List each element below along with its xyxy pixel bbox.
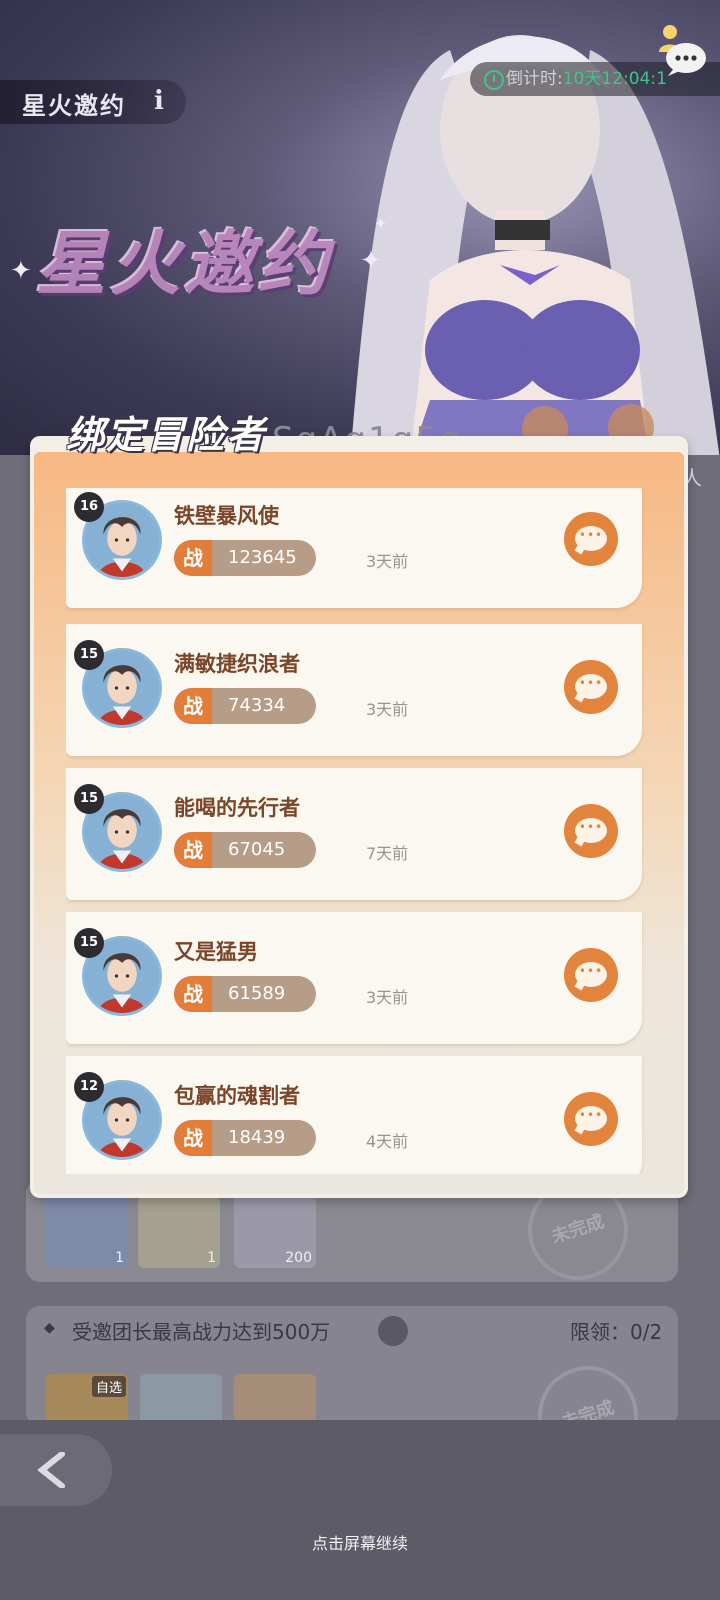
power-value: 61589 — [228, 983, 286, 1004]
event-title: 星火邀约 — [22, 92, 126, 120]
clock-icon — [484, 70, 504, 90]
adventurer-row[interactable]: 16 铁壁暴风使 战 123645 3天前 — [66, 488, 642, 608]
tap-to-continue[interactable]: 点击屏幕继续 — [0, 1530, 720, 1554]
last-online: 3天前 — [366, 700, 409, 719]
message-icon — [575, 962, 607, 987]
reward-item: 200 — [234, 1196, 316, 1268]
message-icon — [575, 1106, 607, 1131]
event-logo: 星火邀约 — [36, 223, 332, 305]
power-value: 123645 — [228, 547, 297, 568]
info-icon[interactable]: i — [154, 86, 168, 116]
combat-power: 战 18439 — [174, 1120, 316, 1156]
combat-power: 战 123645 — [174, 540, 316, 576]
bound-adventurers-dialog: 16 铁壁暴风使 战 123645 3天前 15 — [30, 436, 688, 1198]
adventurer-row[interactable]: 15 能喝的先行者 战 67045 7天前 — [66, 768, 642, 900]
combat-power: 战 61589 — [174, 976, 316, 1012]
level-badge: 15 — [74, 784, 104, 814]
combat-power: 战 74334 — [174, 688, 316, 724]
bottom-bar — [0, 1420, 720, 1600]
level-badge: 12 — [74, 1072, 104, 1102]
last-online: 7天前 — [366, 844, 409, 863]
message-icon — [575, 526, 607, 551]
adventurer-name: 包赢的魂割者 — [174, 1084, 300, 1108]
last-online: 3天前 — [366, 988, 409, 1007]
chat-bubble-icon[interactable] — [656, 22, 708, 78]
message-button[interactable] — [564, 948, 618, 1002]
power-badge: 战 — [174, 688, 212, 724]
adventurer-row[interactable]: 12 包赢的魂割者 战 18439 4天前 — [66, 1056, 642, 1174]
sparkle-icon: ✦ — [374, 214, 388, 233]
adventurer-row[interactable]: 15 满敏捷织浪者 战 74334 3天前 — [66, 624, 642, 756]
adventurer-name: 满敏捷织浪者 — [174, 652, 300, 676]
back-arrow-icon — [37, 1452, 65, 1488]
dialog-body: 16 铁壁暴风使 战 123645 3天前 15 — [34, 452, 684, 1194]
power-badge: 战 — [174, 540, 212, 576]
magnifier-icon[interactable] — [378, 1316, 408, 1346]
adventurer-row[interactable]: 15 又是猛男 战 61589 3天前 — [66, 912, 642, 1044]
bullet-icon: ◆ — [44, 1320, 55, 1336]
adventurer-name: 又是猛男 — [174, 940, 258, 964]
timer-label: 倒计时: — [506, 69, 563, 89]
message-button[interactable] — [564, 660, 618, 714]
modal-title: 绑定冒险者 — [66, 413, 267, 457]
power-badge: 战 — [174, 832, 212, 868]
power-badge: 战 — [174, 976, 212, 1012]
sparkle-icon: ✦ — [10, 256, 32, 286]
sparkle-icon: ✦ — [360, 246, 382, 276]
reward-item: 1 — [46, 1196, 128, 1268]
power-value: 18439 — [228, 1127, 286, 1148]
power-value: 67045 — [228, 839, 286, 860]
timer-value: 10天12:04:1 — [562, 69, 667, 89]
adventurer-name: 铁壁暴风使 — [174, 504, 279, 528]
adventurer-list[interactable]: 16 铁壁暴风使 战 123645 3天前 15 — [66, 488, 646, 1174]
power-value: 74334 — [228, 695, 286, 716]
level-badge: 15 — [74, 640, 104, 670]
self-pick-tag: 自选 — [92, 1376, 127, 1397]
level-badge: 15 — [74, 928, 104, 958]
last-online: 3天前 — [366, 552, 409, 571]
adventurer-name: 能喝的先行者 — [174, 796, 300, 820]
message-icon — [575, 674, 607, 699]
message-icon — [575, 818, 607, 843]
message-button[interactable] — [564, 512, 618, 566]
task-limit: 限领：0/2 — [570, 1320, 663, 1344]
power-badge: 战 — [174, 1120, 212, 1156]
task-description: 受邀团长最高战力达到500万 — [72, 1320, 331, 1344]
reward-item: 1 — [138, 1196, 220, 1268]
last-online: 4天前 — [366, 1132, 409, 1151]
level-badge: 16 — [74, 492, 104, 522]
message-button[interactable] — [564, 804, 618, 858]
message-button[interactable] — [564, 1092, 618, 1146]
combat-power: 战 67045 — [174, 832, 316, 868]
